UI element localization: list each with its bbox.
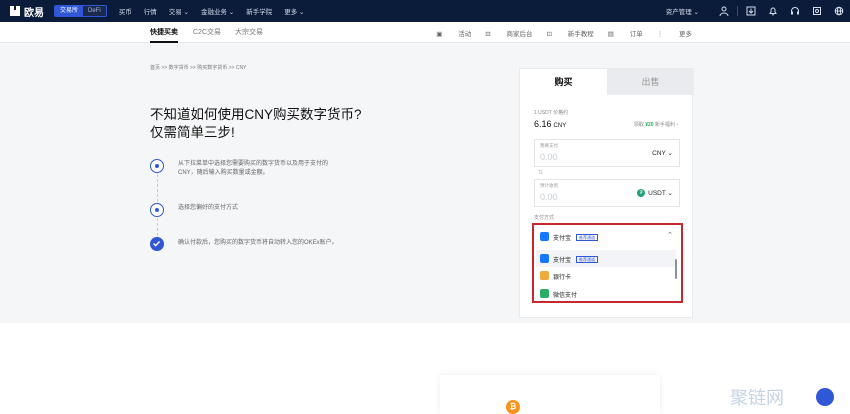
link-orders-label: 订单 xyxy=(629,30,643,38)
promo-prefix: 领取 xyxy=(633,122,644,128)
mode-exchange[interactable]: 交易所 xyxy=(55,6,84,16)
payment-method-select[interactable]: 支付宝 推荐通道 ⌃ xyxy=(536,227,679,247)
pay-amount-field[interactable]: 我要支付 0.00 CNY ⌄ xyxy=(534,139,680,167)
step-connector xyxy=(157,218,158,236)
settings-icon[interactable] xyxy=(806,0,828,22)
bank-card-icon xyxy=(540,271,549,280)
chat-support-button[interactable] xyxy=(816,388,834,406)
receive-amount-field[interactable]: 预计收到 0.00 ₮ USDT ⌄ xyxy=(534,179,680,207)
top-nav-right: 资产管理 ⌄ xyxy=(666,0,850,22)
tab-c2c[interactable]: C2C交易 xyxy=(193,22,221,43)
link-activity-label: 活动 xyxy=(458,30,472,38)
selected-method-label: 支付宝 xyxy=(553,236,572,242)
tab-sell[interactable]: 出售 xyxy=(607,69,694,95)
link-tutorial-label: 新手教程 xyxy=(567,30,594,38)
tab-quick-trade[interactable]: 快捷买卖 xyxy=(150,22,178,43)
link-more-label: 更多 xyxy=(679,30,692,38)
menu-market[interactable]: 行情 xyxy=(144,6,157,16)
link-orders[interactable]: ▤ 订单 xyxy=(608,28,643,38)
nav-divider xyxy=(737,6,738,16)
chevron-up-icon: ⌃ xyxy=(667,232,673,239)
step-1-text: 从下拉菜单中选择您需要购买的数字货币以及用于支付的 CNY，随后输入购买数量或金… xyxy=(178,160,328,178)
promo-amount: ¥20 xyxy=(645,122,654,128)
option-bank-label: 银行卡 xyxy=(553,275,572,281)
hero-section xyxy=(0,43,850,323)
option-bank-card[interactable]: 银行卡 xyxy=(536,267,676,284)
globe-icon[interactable] xyxy=(828,0,850,22)
bitcoin-icon: ₿ xyxy=(506,400,520,414)
link-merchant-label: 商家后台 xyxy=(506,30,533,38)
receive-amount-input[interactable]: 0.00 xyxy=(540,192,558,202)
pay-currency-select[interactable]: CNY ⌄ xyxy=(652,149,673,157)
breadcrumb: 首页 >> 数字货币 >> 购买数字货币 >> CNY xyxy=(150,65,247,71)
link-tutorial[interactable]: ⊡ 新手教程 xyxy=(546,28,593,38)
asset-management-menu[interactable]: 资产管理 ⌄ xyxy=(666,6,699,16)
step-3-text: 确认付款后，您购买的数字货币将自动转入您的OKEx账户。 xyxy=(178,240,338,246)
step-connector xyxy=(157,174,158,202)
watermark-text: 聚链网 xyxy=(730,388,784,409)
menu-more[interactable]: 更多 ⌄ xyxy=(284,6,304,16)
menu-finance[interactable]: 金融业务 ⌄ xyxy=(201,6,234,16)
link-activity[interactable]: ▣ 活动 xyxy=(436,28,471,38)
exchange-defi-switch: 交易所 DeFi xyxy=(54,5,107,17)
menu-academy[interactable]: 新手学院 xyxy=(246,6,272,16)
rate-unit: CNY xyxy=(553,123,567,129)
page-title-line2: 仅需简单三步! xyxy=(150,125,235,140)
option-alipay[interactable]: 支付宝 推荐通道 xyxy=(536,250,676,267)
newbie-promo[interactable]: 领取 ¥20 新手福利 › xyxy=(634,121,678,128)
rate-label: 1 USDT 价格约 xyxy=(534,110,569,116)
option-alipay-label: 支付宝 xyxy=(553,258,572,264)
sub-nav-bar: 快捷买卖 C2C交易 大宗交易 ▣ 活动 ⊟ 商家后台 ⊡ 新手教程 ▤ 订单 … xyxy=(0,22,850,43)
menu-trade[interactable]: 交易 ⌄ xyxy=(169,6,189,16)
promo-suffix: 新手福利 xyxy=(654,122,675,128)
sub-nav-links: ▣ 活动 ⊟ 商家后台 ⊡ 新手教程 ▤ 订单 ⋮ 更多 xyxy=(422,22,692,43)
step-1-line1: 从下拉菜单中选择您需要购买的数字货币以及用于支付的 xyxy=(178,161,329,167)
pay-method-label: 支付方式 xyxy=(534,215,555,221)
logo-text: 欧易 xyxy=(24,7,44,19)
info-card xyxy=(440,375,660,414)
user-icon[interactable] xyxy=(713,0,735,22)
step-1-line2: CNY，随后输入购买数量或金额。 xyxy=(178,170,269,176)
pay-amount-input[interactable]: 0.00 xyxy=(540,152,558,162)
step-1-icon xyxy=(150,159,164,173)
rate-value: 6.16 CNY xyxy=(534,119,566,129)
alipay-icon xyxy=(540,232,549,241)
dropdown-scrollbar[interactable] xyxy=(675,259,677,279)
step-3-check-icon xyxy=(150,237,164,251)
wechat-pay-icon xyxy=(540,289,549,298)
step-2-text: 选择您偏好的支付方式 xyxy=(178,205,239,211)
pay-amount-label: 我要支付 xyxy=(540,143,558,148)
trade-tabs: 购买 出售 xyxy=(520,69,694,95)
receive-currency-label: USDT ⌄ xyxy=(648,190,673,197)
step-2-icon xyxy=(150,203,164,217)
bell-icon[interactable] xyxy=(762,0,784,22)
mode-defi[interactable]: DeFi xyxy=(83,6,106,16)
menu-buy-coin[interactable]: 买币 xyxy=(119,6,132,16)
receive-currency-select[interactable]: ₮ USDT ⌄ xyxy=(637,189,673,198)
link-merchant[interactable]: ⊟ 商家后台 xyxy=(485,28,532,38)
page-title-line1: 不知道如何使用CNY购买数字货币? xyxy=(150,107,362,122)
recommended-tag: 推荐通道 xyxy=(576,234,598,241)
okex-logo[interactable]: 欧易 xyxy=(10,4,44,19)
rate-number: 6.16 xyxy=(534,119,552,129)
option-wechat-pay[interactable]: 微信支付 xyxy=(536,285,676,302)
option-alipay-tag: 推荐通道 xyxy=(576,256,598,263)
top-nav-bar: 欧易 交易所 DeFi 买币 行情 交易 ⌄ 金融业务 ⌄ 新手学院 更多 ⌄ … xyxy=(0,0,850,22)
receive-amount-label: 预计收到 xyxy=(540,183,558,188)
usdt-icon: ₮ xyxy=(637,189,646,198)
headset-icon[interactable] xyxy=(784,0,806,22)
payment-method-dropdown: 支付宝 推荐通道 ⌃ 支付宝 推荐通道 银行卡 微信支付 xyxy=(532,223,683,303)
alipay-icon xyxy=(540,254,549,263)
main-menu: 买币 行情 交易 ⌄ 金融业务 ⌄ 新手学院 更多 ⌄ xyxy=(119,6,317,16)
logo-icon xyxy=(10,6,20,16)
page-title: 不知道如何使用CNY购买数字货币? 仅需简单三步! xyxy=(150,106,362,142)
option-wechat-label: 微信支付 xyxy=(553,293,578,299)
link-more[interactable]: ⋮ 更多 xyxy=(657,28,692,38)
tab-block-trade[interactable]: 大宗交易 xyxy=(235,22,263,43)
tab-buy[interactable]: 购买 xyxy=(520,69,607,95)
swap-icon[interactable]: ⇅ xyxy=(538,169,543,176)
download-icon[interactable] xyxy=(740,0,762,22)
